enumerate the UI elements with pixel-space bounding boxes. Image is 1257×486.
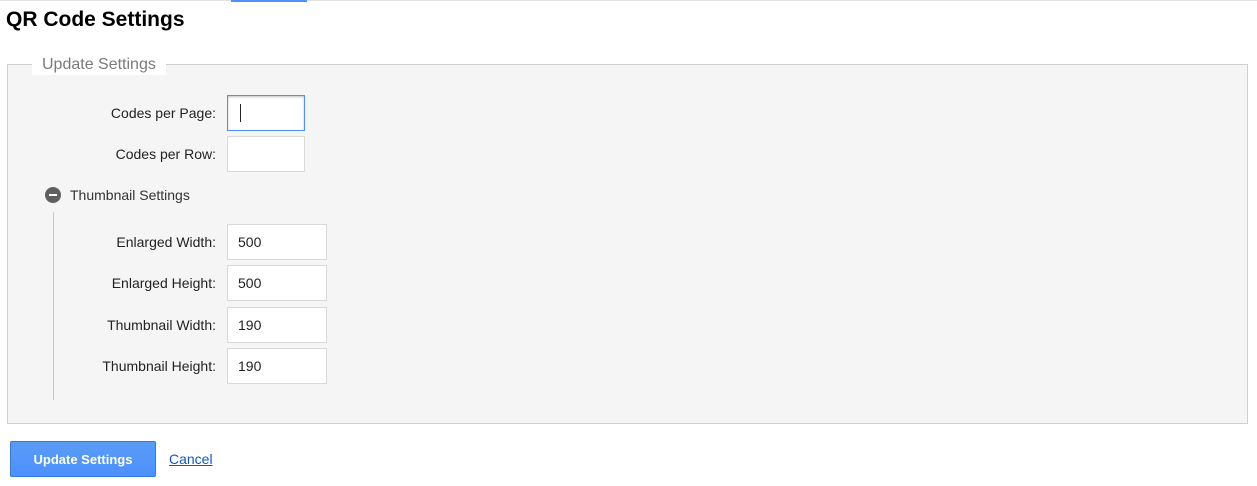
enlarged-width-input[interactable] <box>227 224 327 260</box>
codes-per-row-label: Codes per Row: <box>115 146 216 162</box>
top-divider <box>0 0 1257 1</box>
codes-per-row-input[interactable] <box>227 136 305 172</box>
page-title: QR Code Settings <box>6 8 185 31</box>
thumbnail-width-label: Thumbnail Width: <box>107 317 216 333</box>
thumbnail-width-input[interactable] <box>227 307 327 343</box>
enlarged-height-input[interactable] <box>227 265 327 301</box>
codes-per-page-label: Codes per Page: <box>110 105 216 121</box>
thumbnail-height-label: Thumbnail Height: <box>102 358 216 374</box>
thumbnail-settings-toggle-label[interactable]: Thumbnail Settings <box>70 186 190 204</box>
thumbnail-height-input[interactable] <box>227 348 327 384</box>
section-indent-rule <box>53 212 54 400</box>
active-tab-indicator <box>231 0 307 2</box>
collapse-minus-icon[interactable] <box>45 187 61 203</box>
update-settings-button[interactable]: Update Settings <box>10 441 156 477</box>
enlarged-width-label: Enlarged Width: <box>116 234 216 250</box>
enlarged-height-label: Enlarged Height: <box>111 275 216 291</box>
fieldset-legend: Update Settings <box>32 55 166 75</box>
text-cursor <box>240 104 241 122</box>
cancel-link[interactable]: Cancel <box>169 450 213 468</box>
codes-per-page-input[interactable] <box>227 95 305 131</box>
